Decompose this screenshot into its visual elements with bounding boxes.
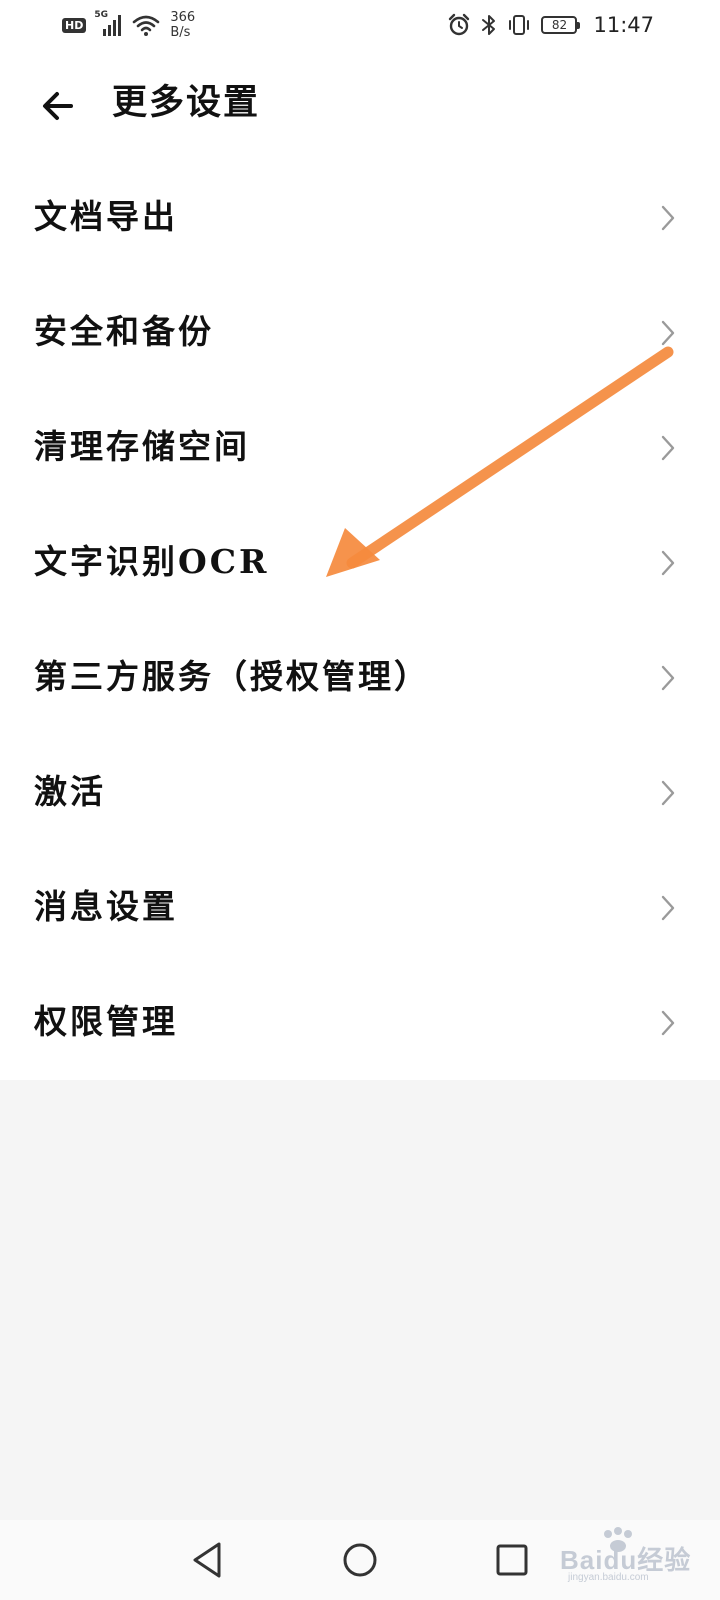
back-button[interactable] (38, 86, 78, 126)
chevron-right-icon (660, 549, 676, 577)
net-speed: 366 B/s (170, 10, 195, 40)
settings-item-label: 激活 (34, 772, 106, 811)
wifi-icon (132, 13, 160, 37)
nav-home-button[interactable] (338, 1538, 382, 1582)
net-speed-value: 366 (170, 10, 196, 25)
settings-item-label: 安全和备份 (34, 312, 214, 351)
settings-item-export[interactable]: 文档导出 (0, 160, 720, 275)
settings-item-label: 消息设置 (34, 887, 178, 926)
settings-item-label: 文字识别OCR (34, 542, 270, 581)
nav-back-button[interactable] (185, 1538, 229, 1582)
chevron-right-icon (660, 434, 676, 462)
settings-item-permissions[interactable]: 权限管理 (0, 965, 720, 1080)
nav-back-icon (193, 1542, 221, 1578)
bluetooth-icon (481, 13, 497, 37)
settings-item-security-backup[interactable]: 安全和备份 (0, 275, 720, 390)
nav-recents-button[interactable] (490, 1538, 534, 1582)
chevron-right-icon (660, 1009, 676, 1037)
nav-home-icon (343, 1543, 377, 1577)
settings-item-label: 第三方服务（授权管理） (34, 657, 430, 696)
screen: HD 5G 366 B/s 82 11:47 更多设置 文档导出 安全和备份 清… (0, 0, 720, 1600)
watermark-subtext: jingyan.baidu.com (568, 1572, 649, 1583)
chevron-right-icon (660, 204, 676, 232)
nav-recents-icon (496, 1544, 528, 1576)
settings-item-third-party[interactable]: 第三方服务（授权管理） (0, 620, 720, 735)
settings-item-clear-storage[interactable]: 清理存储空间 (0, 390, 720, 505)
header: 更多设置 (0, 50, 720, 160)
settings-item-label: 权限管理 (34, 1002, 178, 1041)
status-bar: HD 5G 366 B/s 82 11:47 (0, 0, 720, 50)
settings-item-ocr[interactable]: 文字识别OCR (0, 505, 720, 620)
chevron-right-icon (660, 779, 676, 807)
chevron-right-icon (660, 664, 676, 692)
status-time: 11:47 (593, 13, 654, 37)
chevron-right-icon (660, 319, 676, 347)
battery-level: 82 (551, 18, 568, 32)
settings-item-label: 文档导出 (34, 197, 178, 236)
net-speed-unit: B/s (170, 25, 191, 40)
chevron-right-icon (660, 894, 676, 922)
arrow-left-icon (43, 92, 73, 120)
status-bar-left: HD 5G 366 B/s (62, 8, 195, 42)
status-bar-right: 82 11:47 (447, 8, 654, 42)
settings-list: 文档导出 安全和备份 清理存储空间 文字识别OCR 第三方服务（授权管理） 激活… (0, 160, 720, 1080)
hd-icon: HD (62, 17, 87, 33)
vibrate-icon (507, 13, 531, 37)
page-title: 更多设置 (112, 82, 261, 123)
baidu-watermark: Baidu经验 jingyan.baidu.com (550, 1527, 690, 1588)
settings-item-label: 清理存储空间 (34, 427, 250, 466)
settings-item-message[interactable]: 消息设置 (0, 850, 720, 965)
settings-item-activate[interactable]: 激活 (0, 735, 720, 850)
signal-icon: 5G (94, 10, 124, 38)
alarm-icon (447, 13, 471, 37)
battery-icon: 82 (541, 16, 581, 34)
